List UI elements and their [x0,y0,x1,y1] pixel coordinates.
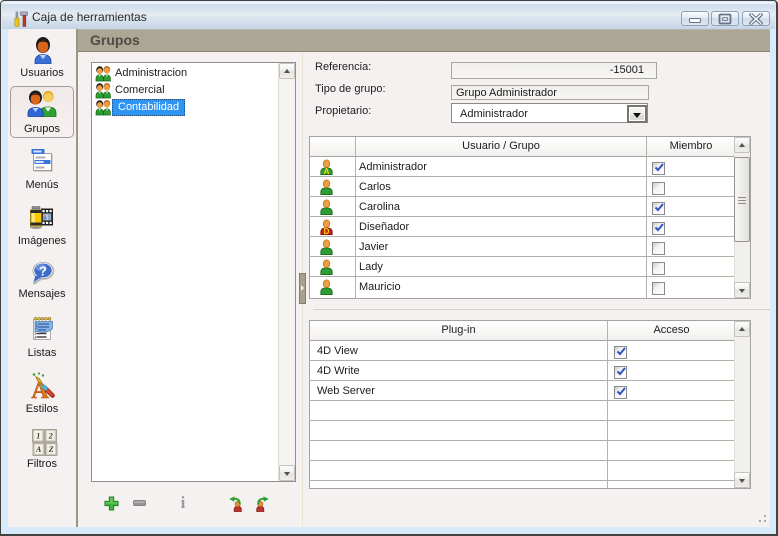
svg-text:D: D [324,227,330,235]
svg-text:A: A [35,445,42,454]
svg-text:1: 1 [36,432,40,441]
svg-text:2: 2 [48,432,53,441]
svg-text:A: A [324,167,330,175]
svg-text:?: ? [39,264,47,279]
svg-text:Z: Z [48,445,54,454]
